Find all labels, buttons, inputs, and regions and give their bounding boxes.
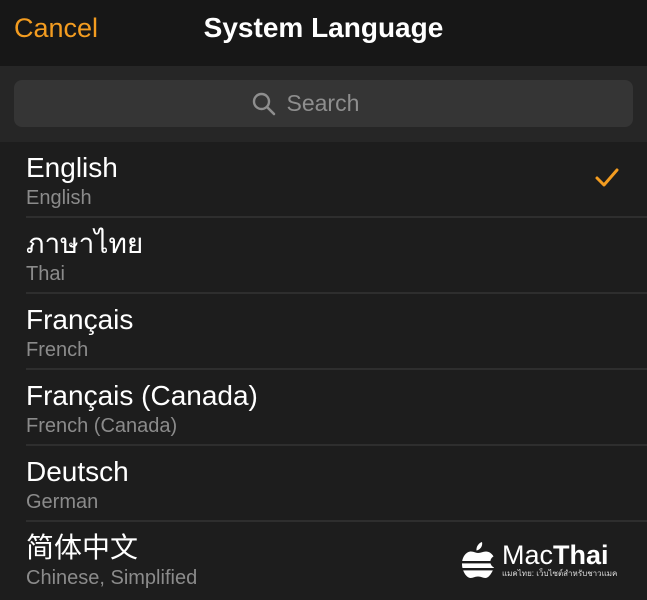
language-name: Français — [26, 304, 134, 335]
language-subtitle: Chinese, Simplified — [26, 567, 198, 589]
language-list: English English ภาษาไทย Thai Français Fr… — [0, 142, 647, 598]
language-name: English — [26, 152, 118, 183]
search-input[interactable] — [286, 90, 397, 117]
language-row-thai[interactable]: ภาษาไทย Thai — [0, 218, 647, 294]
language-settings-screen: Cancel System Language English English ภ… — [0, 0, 647, 600]
search-bar — [0, 66, 647, 142]
language-subtitle: English — [26, 187, 92, 209]
cancel-button[interactable]: Cancel — [14, 10, 98, 46]
language-name: Français (Canada) — [26, 380, 258, 411]
language-name: ภาษาไทย — [26, 228, 144, 259]
language-subtitle: German — [26, 491, 99, 513]
language-row-french-canada[interactable]: Français (Canada) French (Canada) — [0, 370, 647, 446]
language-row-english[interactable]: English English — [0, 142, 647, 218]
language-name: 简体中文 — [26, 532, 139, 563]
language-row-chinese-simplified[interactable]: 简体中文 Chinese, Simplified — [0, 522, 647, 598]
language-row-german[interactable]: Deutsch German — [0, 446, 647, 522]
checkmark-icon — [595, 168, 619, 187]
search-icon — [252, 92, 275, 115]
language-subtitle: Thai — [26, 263, 65, 285]
language-name: Deutsch — [26, 456, 129, 487]
language-subtitle: French (Canada) — [26, 415, 178, 437]
language-subtitle: French — [26, 339, 89, 361]
language-row-french[interactable]: Français French — [0, 294, 647, 370]
navigation-bar: Cancel System Language — [0, 0, 647, 66]
search-field[interactable] — [14, 80, 633, 127]
